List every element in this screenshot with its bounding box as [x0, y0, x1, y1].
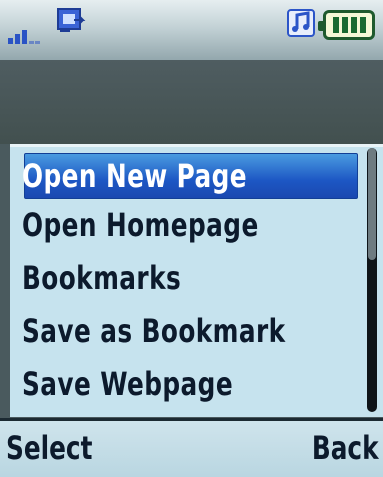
menu-item-save-webpage[interactable]: Save Webpage [22, 361, 309, 407]
options-menu: Open New Page Open Homepage Bookmarks Sa… [10, 144, 383, 417]
scrollbar-thumb[interactable] [368, 148, 376, 260]
data-connection-icon [57, 8, 86, 32]
status-bar [0, 0, 383, 60]
softkey-bar: Select Back [0, 418, 383, 477]
menu-item-open-homepage[interactable]: Open Homepage [22, 202, 309, 248]
menu-item-open-new-page[interactable]: Open New Page [22, 153, 366, 199]
menu-item-bookmarks[interactable]: Bookmarks [22, 255, 309, 301]
back-softkey[interactable]: Back [312, 429, 379, 467]
signal-strength-icon [8, 24, 40, 44]
select-softkey[interactable]: Select [6, 429, 92, 467]
menu-item-save-as-bookmark[interactable]: Save as Bookmark [22, 308, 309, 354]
music-note-icon [287, 9, 315, 37]
content-background [0, 60, 383, 144]
battery-icon [318, 10, 375, 40]
